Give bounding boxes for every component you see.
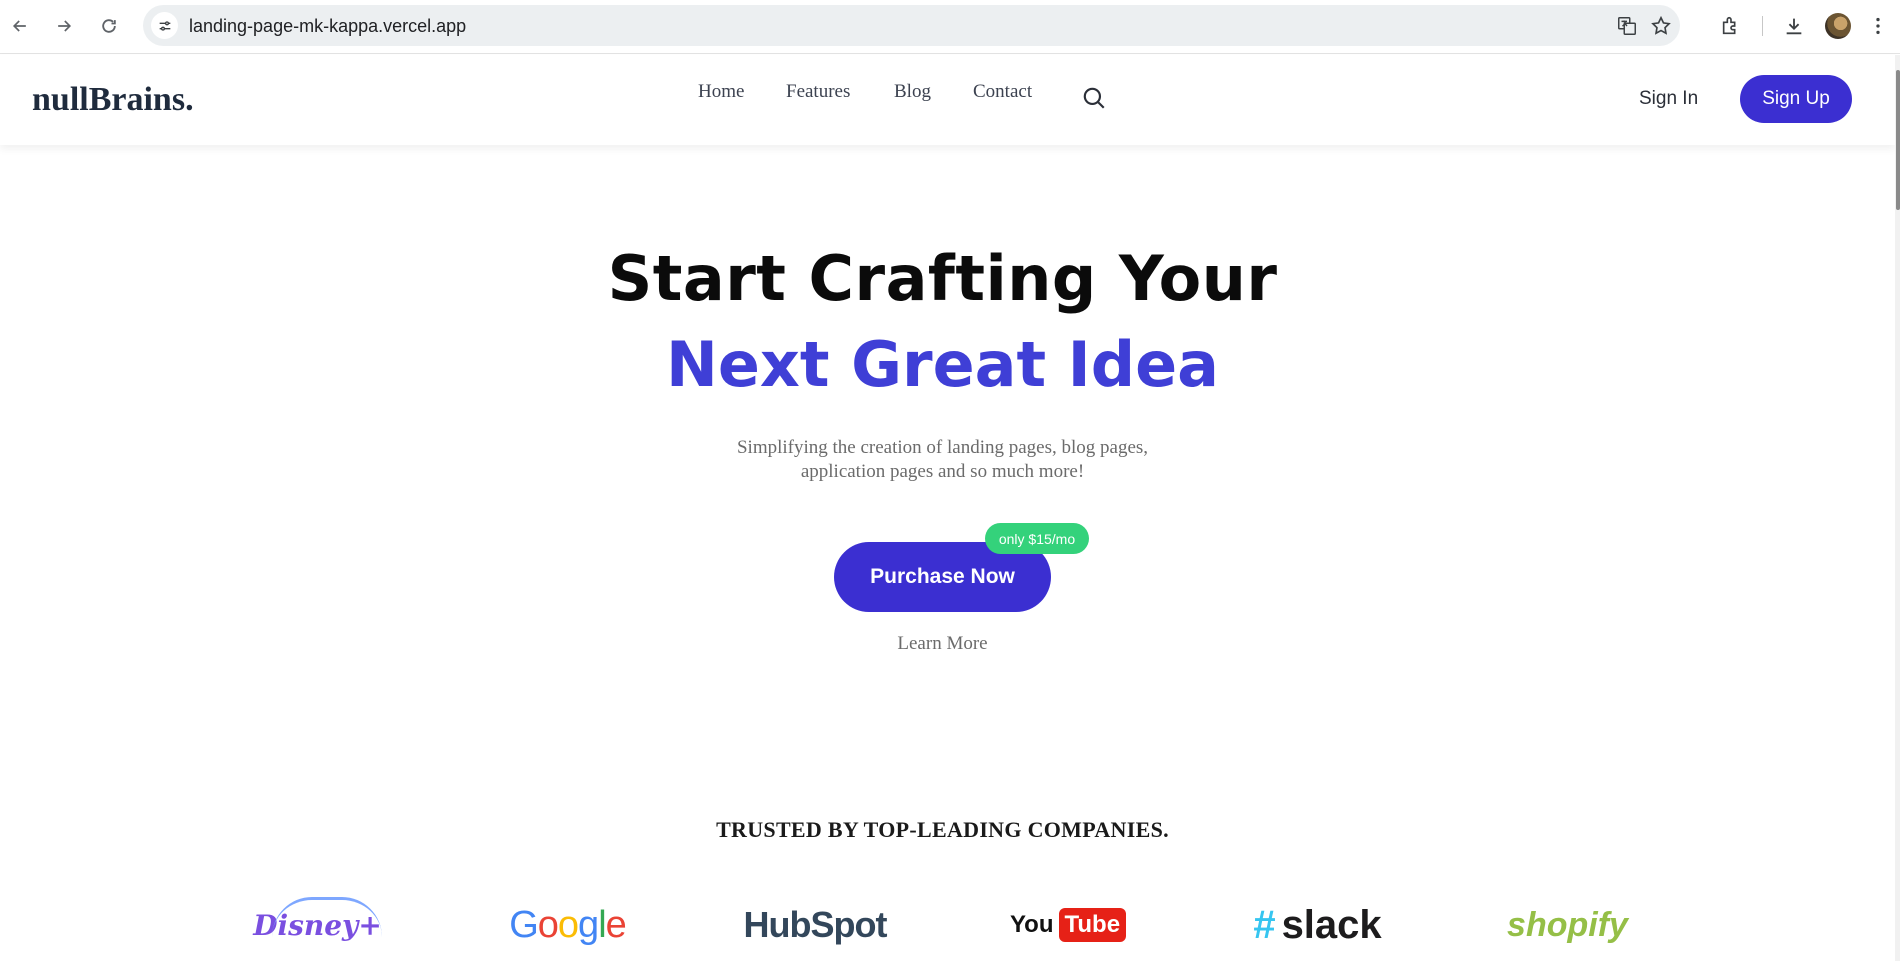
site-info-icon[interactable]	[151, 12, 178, 39]
google-logo: G o o g l e	[500, 895, 635, 955]
learn-more-link[interactable]: Learn More	[0, 633, 1885, 655]
nav-contact[interactable]: Contact	[973, 81, 1032, 103]
nav-features[interactable]: Features	[786, 81, 850, 103]
extensions-icon[interactable]	[1717, 12, 1745, 40]
reload-icon[interactable]	[95, 12, 123, 40]
price-badge: only $15/mo	[985, 523, 1089, 554]
google-letter: g	[578, 903, 599, 946]
download-icon[interactable]	[1780, 12, 1808, 40]
trusted-heading: TRUSTED BY TOP-LEADING COMPANIES.	[716, 817, 1169, 842]
toolbar-divider	[1762, 16, 1763, 36]
hubspot-logo: HubSpot	[743, 904, 888, 945]
slack-hash-icon: #	[1253, 902, 1276, 947]
menu-kebab-icon[interactable]	[1864, 12, 1892, 40]
google-letter: o	[557, 903, 579, 946]
address-bar[interactable]: landing-page-mk-kappa.vercel.app	[143, 5, 1680, 46]
youtube-you-text: You	[1009, 911, 1054, 938]
youtube-logo: You Tube	[1003, 895, 1133, 955]
hero-subtitle-line1: Simplifying the creation of landing page…	[736, 437, 1149, 458]
disney-arc	[272, 897, 382, 937]
back-icon[interactable]	[6, 12, 34, 40]
url-text[interactable]: landing-page-mk-kappa.vercel.app	[189, 16, 466, 37]
google-letter: G	[509, 903, 539, 946]
scrollbar-thumb[interactable]	[1896, 70, 1900, 210]
translate-icon[interactable]	[1615, 14, 1639, 38]
google-letter: o	[537, 903, 559, 946]
bookmark-star-icon[interactable]	[1649, 14, 1673, 38]
slack-logo: # slack	[1250, 895, 1385, 955]
search-icon[interactable]	[1081, 85, 1107, 111]
sign-in-link[interactable]: Sign In	[1639, 88, 1698, 110]
profile-avatar[interactable]	[1825, 13, 1851, 39]
hero-subtitle-line2: application pages and so much more!	[800, 461, 1085, 482]
google-letter: l	[598, 903, 607, 946]
youtube-tube-text: Tube	[1058, 908, 1127, 942]
nav-blog[interactable]: Blog	[894, 81, 931, 103]
shopify-logo: shopify	[1507, 905, 1628, 944]
forward-icon[interactable]	[50, 12, 78, 40]
google-letter: e	[605, 903, 627, 946]
hero-title-line1: Start Crafting Your	[607, 242, 1278, 315]
slack-logo-text: slack	[1281, 902, 1382, 947]
sign-up-button[interactable]: Sign Up	[1740, 75, 1852, 123]
hero-title-line2: Next Great Idea	[665, 328, 1220, 401]
nav-home[interactable]: Home	[698, 81, 744, 103]
site-header: nullBrains. Home Features Blog Contact S…	[0, 55, 1895, 145]
browser-toolbar: landing-page-mk-kappa.vercel.app	[0, 0, 1900, 54]
site-logo[interactable]: nullBrains.	[32, 81, 194, 119]
disney-plus-logo: Disney+	[250, 895, 385, 955]
hero-subtitle: Simplifying the creation of landing page…	[0, 436, 1885, 484]
